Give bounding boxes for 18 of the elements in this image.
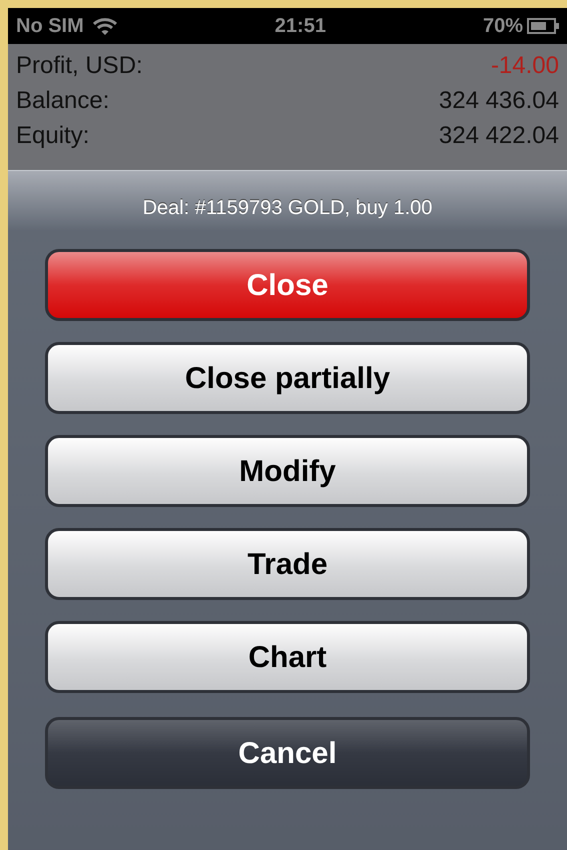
action-button[interactable]: Close partially xyxy=(45,342,530,414)
summary-label: Equity: xyxy=(16,120,90,150)
wifi-icon xyxy=(92,17,118,35)
action-button[interactable]: Cancel xyxy=(45,717,530,789)
battery-percent: 70% xyxy=(482,14,523,39)
battery-icon xyxy=(527,18,559,34)
summary-label: Balance: xyxy=(16,86,110,116)
carrier-label: No SIM xyxy=(16,14,84,39)
action-button[interactable]: Chart xyxy=(45,621,530,693)
action-button[interactable]: Close xyxy=(45,249,530,321)
summary-value: -14.00 xyxy=(490,50,559,80)
summary-value: 324 422.04 xyxy=(438,120,559,150)
action-button[interactable]: Modify xyxy=(45,435,530,507)
action-sheet-title: Deal: #1159793 GOLD, buy 1.00 xyxy=(142,196,434,221)
clock-label: 21:51 xyxy=(274,14,326,39)
summary-value: 324 436.04 xyxy=(438,86,559,116)
action-button[interactable]: Trade xyxy=(45,528,530,600)
summary-label: Profit, USD: xyxy=(16,50,143,80)
